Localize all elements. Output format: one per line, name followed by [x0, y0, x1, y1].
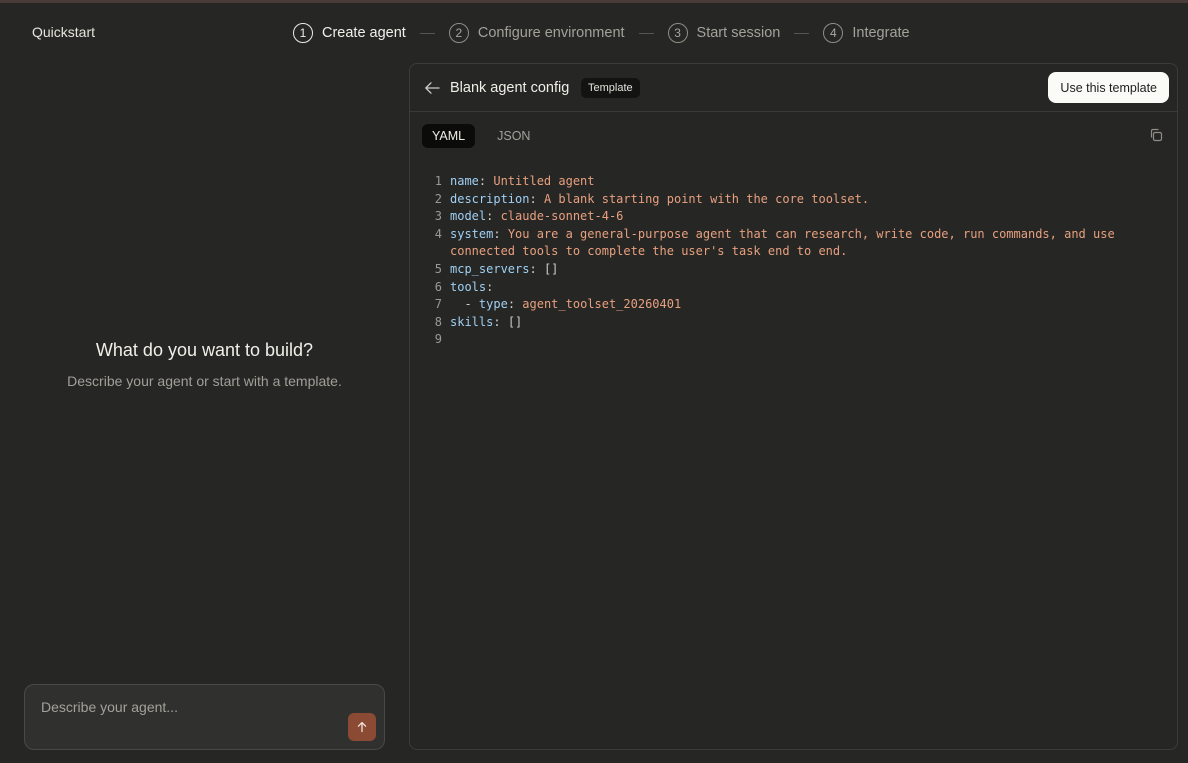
app-title: Quickstart	[32, 24, 96, 40]
step-create-agent[interactable]: 1 Create agent	[293, 23, 406, 43]
yaml-separator: :	[493, 314, 508, 329]
top-accent-bar	[0, 0, 1188, 3]
yaml-value: []	[543, 261, 559, 276]
step-label: Create agent	[322, 25, 406, 41]
yaml-key: mcp_servers	[450, 261, 530, 276]
yaml-key: description	[450, 191, 530, 206]
code-line: connected tools to complete the user's t…	[422, 243, 1115, 261]
arrow-up-icon	[357, 721, 367, 733]
yaml-key: tools	[450, 279, 487, 294]
yaml-separator: :	[529, 261, 544, 276]
arrow-left-icon	[425, 82, 440, 94]
panel-title: Blank agent config	[450, 80, 570, 96]
yaml-value: You are a general-purpose agent that can…	[507, 226, 1115, 241]
step-number: 2	[448, 23, 469, 43]
yaml-value: []	[507, 314, 523, 329]
format-tabs: YAML JSON	[422, 124, 540, 148]
yaml-key: skills	[450, 314, 494, 329]
empty-state-subtitle: Describe your agent or start with a temp…	[67, 373, 342, 389]
step-divider	[638, 32, 654, 34]
line-number: 5	[434, 261, 442, 276]
code-editor[interactable]: 1 name: Untitled agent 2 description: A bl…	[422, 173, 1115, 349]
yaml-value: Untitled agent	[493, 174, 595, 188]
line-number: 3	[434, 209, 442, 224]
line-number	[422, 243, 442, 261]
line-number: 6	[434, 279, 442, 294]
step-number: 4	[823, 23, 844, 43]
agent-description-input[interactable]	[41, 699, 341, 715]
empty-state-title: What do you want to build?	[95, 340, 314, 360]
code-line: 1 name: Untitled agent	[422, 173, 1115, 191]
yaml-separator: :	[507, 297, 523, 312]
back-button[interactable]	[422, 78, 442, 98]
line-number: 9	[434, 332, 442, 347]
step-start-session[interactable]: 3 Start session	[667, 23, 781, 43]
tab-yaml[interactable]: YAML	[422, 124, 476, 148]
yaml-key: system	[450, 226, 494, 241]
step-label: Start session	[696, 25, 781, 41]
step-divider	[794, 32, 810, 34]
line-number: 4	[434, 226, 442, 241]
code-line: 7 - type: agent_toolset_20260401	[422, 296, 1115, 314]
code-indent: -	[450, 297, 479, 312]
template-panel: Blank agent config Template Use this tem…	[409, 63, 1178, 750]
code-line: 4 system: You are a general-purpose agent…	[422, 226, 1115, 244]
send-button[interactable]	[348, 713, 376, 741]
template-badge: Template	[581, 78, 640, 98]
yaml-separator: :	[486, 279, 494, 294]
prompt-box	[24, 684, 385, 750]
line-number: 2	[434, 191, 442, 206]
yaml-key: type	[478, 297, 508, 312]
yaml-separator: :	[493, 226, 508, 241]
yaml-key: model	[450, 209, 487, 224]
code-line: 8 skills: []	[422, 314, 1115, 332]
yaml-key: name	[450, 174, 479, 188]
step-label: Integrate	[852, 25, 910, 41]
line-number: 1	[434, 174, 442, 188]
yaml-separator: :	[478, 174, 494, 188]
yaml-value: claude-sonnet-4-6	[500, 209, 624, 224]
line-number: 8	[434, 314, 442, 329]
code-line: 2 description: A blank starting point wit…	[422, 191, 1115, 209]
yaml-value: A blank starting point with the core too…	[543, 191, 870, 206]
code-line: 6 tools:	[422, 279, 1115, 297]
step-label: Configure environment	[477, 25, 625, 41]
copy-button[interactable]	[1149, 128, 1165, 144]
code-line: 9	[422, 331, 1115, 349]
yaml-separator: :	[529, 191, 544, 206]
use-template-button[interactable]: Use this template	[1048, 72, 1169, 103]
yaml-value: agent_toolset_20260401	[522, 297, 682, 312]
code-line: 5 mcp_servers: []	[422, 261, 1115, 279]
step-number: 1	[293, 23, 313, 43]
step-configure-environment[interactable]: 2 Configure environment	[448, 23, 625, 43]
copy-icon	[1150, 128, 1163, 142]
yaml-separator: :	[486, 209, 501, 224]
step-number: 3	[667, 23, 688, 43]
stepper: 1 Create agent 2 Configure environment 3…	[293, 22, 910, 44]
step-integrate[interactable]: 4 Integrate	[823, 23, 910, 43]
yaml-value: connected tools to complete the user's t…	[450, 244, 848, 259]
step-divider	[419, 32, 435, 34]
line-number: 7	[434, 297, 442, 312]
empty-state: What do you want to build? Describe your…	[24, 340, 385, 389]
tab-json[interactable]: JSON	[487, 124, 540, 148]
panel-header: Blank agent config Template Use this tem…	[410, 64, 1177, 112]
code-line: 3 model: claude-sonnet-4-6	[422, 208, 1115, 226]
